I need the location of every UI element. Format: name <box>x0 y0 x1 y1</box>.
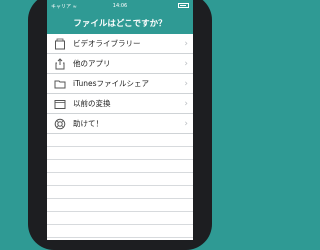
chevron-right-icon: › <box>184 79 188 89</box>
empty-row <box>47 147 193 160</box>
status-bar: キャリア ≈ 14:06 <box>47 0 193 12</box>
menu-item-label: 以前の変換 <box>73 99 111 108</box>
nav-bar: ファイルはどこですか？ <box>47 12 193 34</box>
empty-row <box>47 173 193 186</box>
menu-item-label: 助けて！ <box>73 119 103 128</box>
lifebuoy-icon <box>54 118 66 130</box>
nav-title: ファイルはどこですか？ <box>73 19 167 29</box>
menu-item-help[interactable]: 助けて！ › <box>47 114 193 134</box>
chevron-right-icon: › <box>184 39 188 49</box>
battery-icon <box>178 3 189 8</box>
chevron-right-icon: › <box>184 59 188 69</box>
menu-item-label: ビデオライブラリー <box>73 39 141 48</box>
screen: キャリア ≈ 14:06 ファイルはどこですか？ ビデオライブラリー › 他のア… <box>47 0 193 240</box>
clock: 14:06 <box>112 3 128 9</box>
menu-item-previous-conversions[interactable]: 以前の変換 › <box>47 94 193 114</box>
menu-item-label: 他のアプリ <box>73 59 111 68</box>
menu-item-other-apps[interactable]: 他のアプリ › <box>47 54 193 74</box>
menu-item-itunes-file-sharing[interactable]: iTunesファイルシェア › <box>47 74 193 94</box>
folder-icon <box>54 78 66 90</box>
chevron-right-icon: › <box>184 99 188 109</box>
previous-conversions-icon <box>54 98 66 110</box>
video-library-icon <box>54 38 66 50</box>
empty-row <box>47 186 193 199</box>
menu-item-label: iTunesファイルシェア <box>73 79 150 88</box>
empty-row <box>47 160 193 173</box>
empty-row <box>47 212 193 225</box>
empty-row <box>47 134 193 147</box>
empty-row <box>47 199 193 212</box>
share-icon <box>54 57 66 70</box>
empty-row <box>47 225 193 238</box>
menu-item-video-library[interactable]: ビデオライブラリー › <box>47 34 193 54</box>
menu-list: ビデオライブラリー › 他のアプリ › iTunesファイルシェア › 以前の変… <box>47 34 193 238</box>
chevron-right-icon: › <box>184 119 188 129</box>
